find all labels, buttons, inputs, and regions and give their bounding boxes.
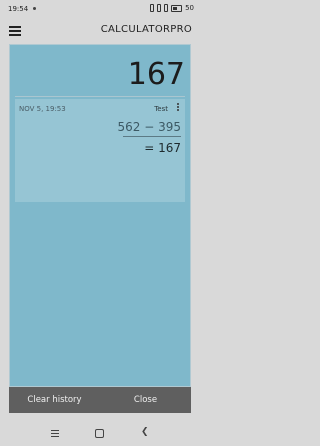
signal-icon (157, 4, 162, 12)
history-date: NOV 5, 19:53 (19, 105, 66, 113)
status-icons: 50 (150, 4, 194, 12)
menu-icon[interactable] (9, 26, 21, 36)
history-result: = 167 (144, 141, 181, 155)
history-expression: 562 − 395 (117, 120, 182, 134)
app-bar: CALCULATORPRO (0, 18, 200, 44)
system-nav-bar: ❮ (0, 420, 200, 446)
history-divider (123, 136, 181, 137)
history-item[interactable]: NOV 5, 19:53 Test 562 − 395 = 167 (15, 99, 185, 202)
clear-history-button[interactable]: Clear history (9, 387, 100, 413)
status-bar: 19:54 50 (0, 0, 200, 18)
battery-icon (171, 4, 183, 12)
recent-apps-icon[interactable] (51, 430, 59, 439)
display-value: 167 (127, 57, 185, 92)
battery-percent: 50 (185, 4, 194, 12)
close-button[interactable]: Close (100, 387, 191, 413)
more-options-icon[interactable] (175, 102, 181, 114)
back-icon[interactable]: ❮ (141, 427, 149, 437)
status-time: 19:54 (8, 5, 29, 13)
history-actions: Clear history Close (9, 387, 191, 413)
history-panel: 167 NOV 5, 19:53 Test 562 − 395 = 167 (9, 44, 191, 387)
app-title: CALCULATORPRO (100, 24, 192, 35)
wifi-icon (164, 4, 169, 12)
sim-icon (150, 4, 155, 12)
divider (15, 96, 185, 97)
notification-dot-icon (33, 7, 36, 10)
history-tag: Test (154, 105, 168, 113)
home-icon[interactable] (95, 429, 104, 438)
